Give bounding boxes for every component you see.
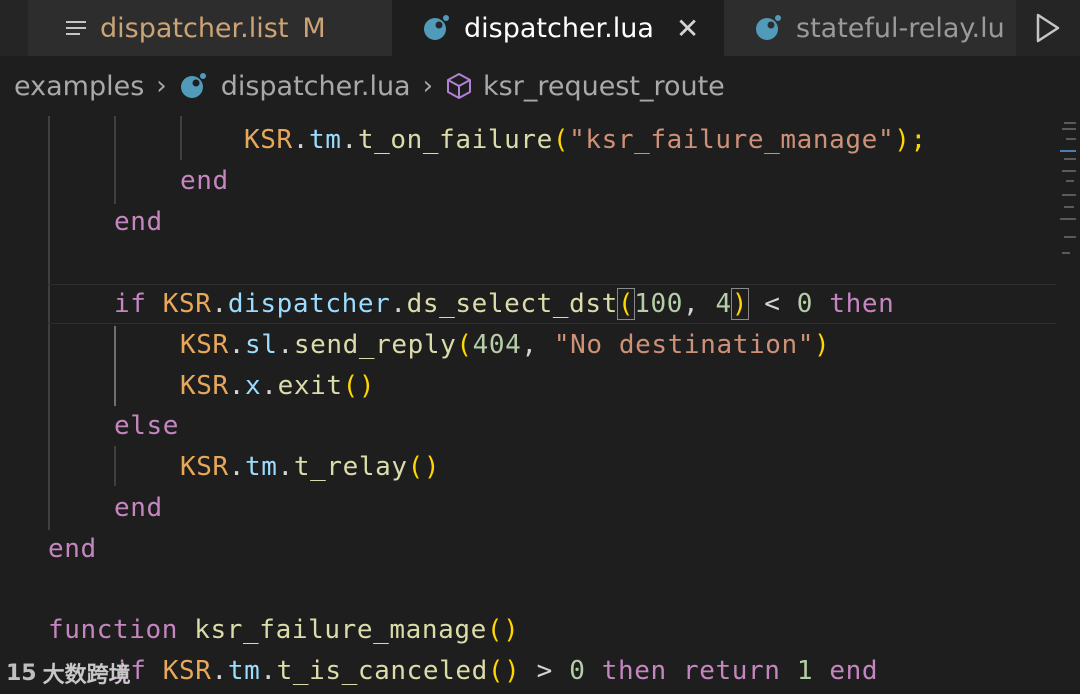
- indent-guide: [114, 116, 116, 204]
- code-line: KSR.sl.send_reply(404, "No destination"): [180, 330, 831, 360]
- tab-stateful-relay-lua[interactable]: stateful-relay.lu: [724, 0, 1016, 56]
- breadcrumb-folder[interactable]: examples: [14, 71, 144, 102]
- tab-label: dispatcher.list: [100, 12, 289, 44]
- code-line: function ksr_failure_manage(): [48, 615, 520, 645]
- breadcrumb-symbol-label: ksr_request_route: [483, 70, 725, 102]
- play-icon: [1036, 13, 1060, 43]
- close-icon[interactable]: ✕: [676, 12, 699, 45]
- minimap[interactable]: [1058, 118, 1080, 258]
- lua-icon: [756, 15, 781, 40]
- lua-icon: [424, 15, 449, 40]
- chevron-right-icon: ›: [156, 71, 167, 101]
- tab-label: stateful-relay.lu: [796, 12, 1005, 44]
- code-line: end: [114, 493, 163, 523]
- indent-guide: [180, 116, 182, 160]
- code-editor[interactable]: KSR.tm.t_on_failure("ksr_failure_manage"…: [0, 116, 1080, 694]
- indent-guide: [114, 326, 116, 406]
- tab-dispatcher-lua[interactable]: dispatcher.lua ✕: [392, 0, 724, 56]
- breadcrumb-symbol[interactable]: ksr_request_route: [445, 71, 725, 102]
- watermark-text: 大数跨境: [42, 663, 131, 688]
- breadcrumb-file-label: dispatcher.lua: [220, 70, 411, 102]
- tab-dispatcher-list[interactable]: dispatcher.list M: [28, 0, 392, 56]
- code-line: end: [180, 166, 229, 196]
- code-line: else: [114, 411, 180, 441]
- modified-badge: M: [302, 12, 326, 44]
- indent-guide: [114, 446, 116, 486]
- code-line: KSR.tm.t_relay(): [180, 452, 441, 482]
- lua-icon: [180, 73, 206, 98]
- breadcrumb: examples › dispatcher.lua › ksr_request_…: [0, 56, 1080, 116]
- breadcrumb-file[interactable]: dispatcher.lua: [179, 71, 411, 102]
- code-line: end: [48, 534, 97, 564]
- tab-label: dispatcher.lua: [464, 12, 654, 44]
- cube-icon: [447, 73, 472, 99]
- chevron-right-icon: ›: [422, 71, 434, 101]
- code-line: KSR.tm.t_on_failure("ksr_failure_manage"…: [244, 125, 927, 155]
- code-line: KSR.x.exit(): [180, 371, 376, 401]
- tab-bar: dispatcher.list M dispatcher.lua ✕ state…: [0, 0, 1080, 56]
- list-icon: [66, 19, 86, 37]
- watermark: 15 大数跨境: [6, 656, 131, 690]
- code-line: end: [114, 207, 163, 237]
- watermark-logo: 15: [6, 660, 37, 686]
- run-button[interactable]: [1028, 8, 1068, 48]
- code-line: if KSR.tm.t_is_canceled() > 0 then retur…: [114, 656, 879, 686]
- breadcrumb-folder-label: examples: [14, 70, 145, 102]
- code-line: if KSR.dispatcher.ds_select_dst(100, 4) …: [114, 288, 895, 320]
